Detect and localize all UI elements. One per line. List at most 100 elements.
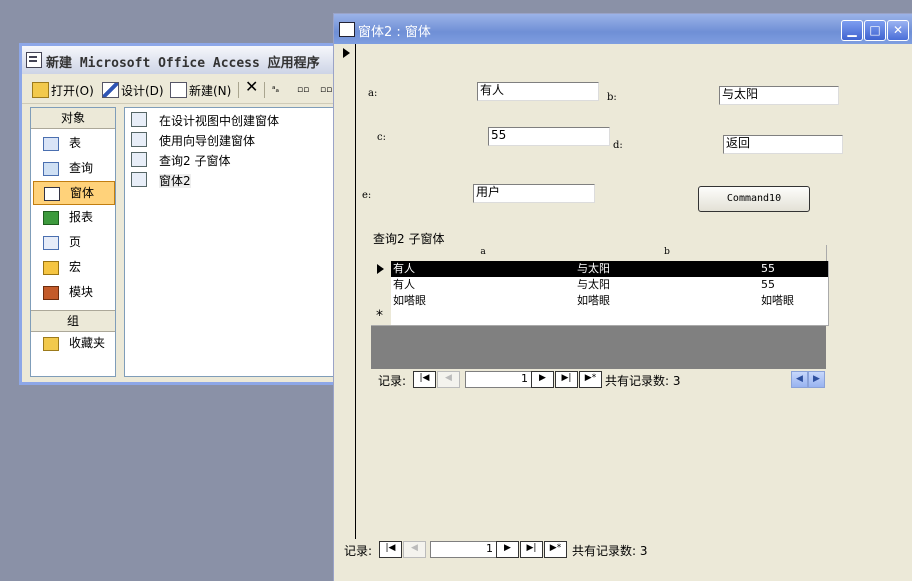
page-icon <box>43 236 59 250</box>
table-cell[interactable] <box>575 309 762 326</box>
maximize-icon[interactable]: □ <box>864 20 886 41</box>
object-item-reports[interactable]: 报表 <box>33 206 113 228</box>
favorites-folder-icon <box>43 337 59 351</box>
close-icon[interactable]: ✕ <box>887 20 909 41</box>
delete-icon[interactable]: ✕ <box>245 79 258 95</box>
objects-header[interactable]: 对象 <box>31 108 115 129</box>
column-header-b[interactable]: b <box>575 245 760 262</box>
table-cell[interactable] <box>759 309 829 326</box>
record-selector[interactable] <box>338 44 356 550</box>
table-cell[interactable]: 有人 <box>391 261 578 278</box>
large-icons-view-icon[interactable]: ᵃₐ <box>272 82 279 98</box>
field-c-label: c: <box>377 132 386 143</box>
table-cell[interactable]: 有人 <box>391 277 578 294</box>
table-cell[interactable]: 如嗒眼 <box>391 293 578 310</box>
command10-button[interactable]: Command10 <box>698 186 810 212</box>
field-e-label: e: <box>362 190 372 201</box>
open-button[interactable]: 打开(O) <box>32 82 94 98</box>
new-record-icon[interactable]: ▶* <box>579 371 602 388</box>
toolbar-separator <box>238 82 239 98</box>
list-item[interactable]: 查询2 子窗体 <box>131 152 230 170</box>
table-cell[interactable]: 55 <box>759 277 829 294</box>
table-cell[interactable]: 如嗒眼 <box>759 293 829 310</box>
object-item-modules[interactable]: 模块 <box>33 281 113 303</box>
form-record-label: 记录: <box>344 544 373 558</box>
table-row[interactable]: 有人 与太阳 55 <box>371 277 829 294</box>
field-b-label: b: <box>607 92 617 103</box>
subform-datasheet: a b 有人 与太阳 55 有人 与太阳 55 如嗒眼 如嗒眼 如嗒眼 * 记录… <box>371 245 829 389</box>
next-record-icon[interactable]: ▶ <box>496 541 519 558</box>
table-cell[interactable]: 如嗒眼 <box>575 293 762 310</box>
new-record-row[interactable]: * <box>371 308 829 326</box>
objects-panel: 对象 表 查询 窗体 报表 页 宏 模块 组 收藏夹 <box>30 107 116 377</box>
current-record-arrow-icon <box>343 48 350 58</box>
new-record-star-icon: * <box>376 308 383 324</box>
next-record-icon[interactable]: ▶ <box>531 371 554 388</box>
design-view-wizard-icon <box>131 112 147 127</box>
row-selector[interactable]: * <box>371 308 392 326</box>
database-toolbar: 打开(O) 设计(D) 新建(N) ✕ ᵃₐ ▫▫ ▫▫ <box>22 76 336 104</box>
favorites-item[interactable]: 收藏夹 <box>33 332 113 354</box>
scroll-right-icon[interactable]: ▶ <box>808 371 825 388</box>
object-item-pages[interactable]: 页 <box>33 231 113 253</box>
field-c-input[interactable]: 55 <box>488 127 610 146</box>
previous-record-icon[interactable]: ◀ <box>403 541 426 558</box>
select-all-corner[interactable] <box>371 245 392 262</box>
field-b-input[interactable]: 与太阳 <box>719 86 839 105</box>
database-window-titlebar[interactable]: 新建 Microsoft Office Access 应用程序 <box>22 46 336 74</box>
table-cell[interactable]: 与太阳 <box>575 261 762 278</box>
scroll-left-icon[interactable]: ◀ <box>791 371 808 388</box>
column-header-a[interactable]: a <box>391 245 576 262</box>
row-selector[interactable] <box>371 261 392 278</box>
new-form-icon <box>170 82 187 98</box>
table-cell[interactable] <box>391 309 578 326</box>
macro-icon <box>43 261 59 275</box>
minimize-icon[interactable]: ▁ <box>841 20 863 41</box>
object-item-macros[interactable]: 宏 <box>33 256 113 278</box>
field-e-input[interactable]: 用户 <box>473 184 595 203</box>
module-icon <box>43 286 59 300</box>
groups-header[interactable]: 组 <box>31 310 115 332</box>
field-a-label: a: <box>368 88 378 99</box>
report-icon <box>43 211 59 225</box>
row-selector[interactable] <box>371 277 392 294</box>
form-window-titlebar[interactable]: 窗体2 : 窗体 ▁ □ ✕ <box>334 14 912 44</box>
small-icons-view-icon[interactable]: ▫▫ <box>297 82 309 98</box>
previous-record-icon[interactable]: ◀ <box>437 371 460 388</box>
subform-record-number-input[interactable]: 1 <box>465 371 532 388</box>
list-view-icon[interactable]: ▫▫ <box>320 82 332 98</box>
form-wizard-icon <box>131 132 147 147</box>
object-item-queries[interactable]: 查询 <box>33 157 113 179</box>
field-a-input[interactable]: 有人 <box>477 82 599 101</box>
form-window: 窗体2 : 窗体 ▁ □ ✕ a: 有人 b: 与太阳 c: 55 d: 返回 … <box>333 13 912 581</box>
object-list: 在设计视图中创建窗体 使用向导创建窗体 查询2 子窗体 窗体2 <box>124 107 336 377</box>
object-item-tables[interactable]: 表 <box>33 132 113 154</box>
field-d-label: d: <box>613 140 623 151</box>
object-item-forms[interactable]: 窗体 <box>33 181 115 205</box>
design-pencil-icon <box>102 82 119 98</box>
form-record-number-input[interactable]: 1 <box>430 541 497 558</box>
form-icon <box>131 172 147 187</box>
datasheet-header-row: a b <box>371 245 827 262</box>
list-item[interactable]: 窗体2 <box>131 172 191 190</box>
table-icon <box>43 137 59 151</box>
list-item[interactable]: 使用向导创建窗体 <box>131 132 255 150</box>
open-folder-icon <box>32 82 49 98</box>
query-icon <box>43 162 59 176</box>
table-cell[interactable]: 55 <box>759 261 829 278</box>
database-window: 新建 Microsoft Office Access 应用程序 打开(O) 设计… <box>19 43 339 385</box>
new-button[interactable]: 新建(N) <box>170 82 231 98</box>
first-record-icon[interactable]: |◀ <box>379 541 402 558</box>
new-record-icon[interactable]: ▶* <box>544 541 567 558</box>
design-button[interactable]: 设计(D) <box>102 82 164 98</box>
last-record-icon[interactable]: ▶| <box>555 371 578 388</box>
table-cell[interactable]: 与太阳 <box>575 277 762 294</box>
list-item[interactable]: 在设计视图中创建窗体 <box>131 112 279 130</box>
table-row[interactable]: 有人 与太阳 55 <box>371 261 829 278</box>
column-header-c[interactable] <box>759 245 827 262</box>
last-record-icon[interactable]: ▶| <box>520 541 543 558</box>
first-record-icon[interactable]: |◀ <box>413 371 436 388</box>
field-d-input[interactable]: 返回 <box>723 135 843 154</box>
form-icon <box>44 187 60 201</box>
table-row[interactable]: 如嗒眼 如嗒眼 如嗒眼 <box>371 293 829 310</box>
